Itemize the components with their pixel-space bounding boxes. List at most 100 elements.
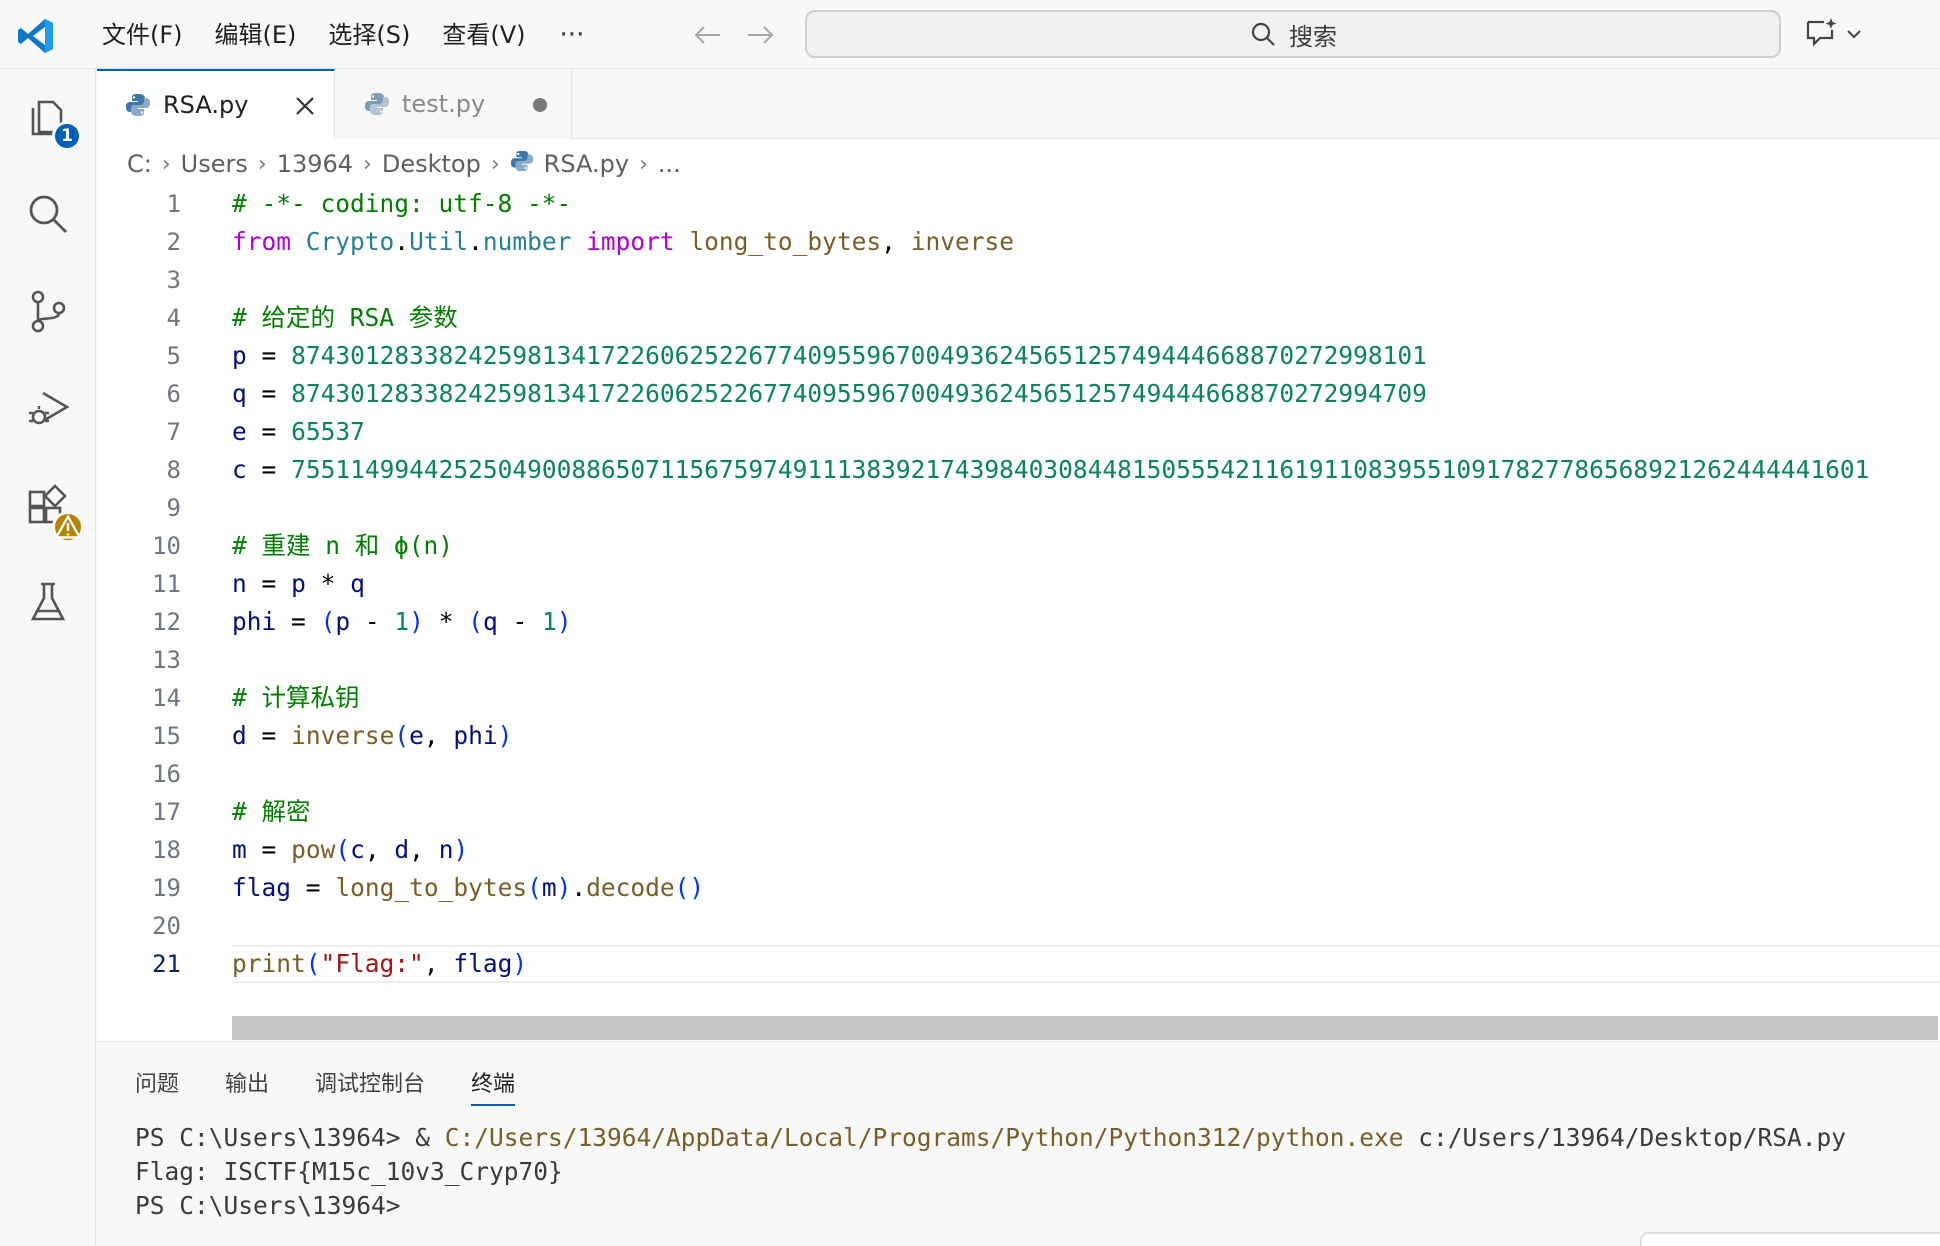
panel-tabs: 问题 输出 调试控制台 终端 <box>135 1060 561 1106</box>
terminal-output[interactable]: PS C:\Users\13964> & C:/Users/13964/AppD… <box>135 1121 1846 1223</box>
code-line[interactable] <box>232 755 1940 793</box>
code-line[interactable]: from Crypto.Util.number import long_to_b… <box>232 223 1940 261</box>
horizontal-scrollbar[interactable] <box>232 1016 1938 1040</box>
terminal-line: PS C:\Users\13964> & C:/Users/13964/AppD… <box>135 1121 1846 1155</box>
code-line[interactable]: # 重建 n 和 ϕ(n) <box>232 527 1940 565</box>
code-line[interactable]: flag = long_to_bytes(m).decode() <box>232 869 1940 907</box>
back-arrow-icon[interactable] <box>692 18 724 52</box>
command-center-search[interactable]: 搜索 <box>805 10 1781 58</box>
terminal-arg: c:/Users/13964/Desktop/RSA.py <box>1403 1123 1847 1152</box>
terminal-prompt: PS C:\Users\13964> & <box>135 1123 445 1152</box>
breadcrumb-users[interactable]: Users <box>181 150 248 178</box>
line-number: 15 <box>152 722 181 750</box>
line-number: 12 <box>152 608 181 636</box>
chevron-right-icon: › <box>161 151 171 177</box>
terminal-line: Flag: ISCTF{M15c_10v3_Cryp70} <box>135 1157 563 1186</box>
explorer-badge: 1 <box>52 121 82 151</box>
tab-problems[interactable]: 问题 <box>135 1060 179 1106</box>
breadcrumb-desktop[interactable]: Desktop <box>382 150 481 178</box>
line-number: 6 <box>166 380 181 408</box>
chevron-right-icon: › <box>363 151 372 177</box>
line-number: 3 <box>166 266 181 294</box>
testing-button[interactable] <box>22 578 74 630</box>
line-number: 20 <box>152 912 181 940</box>
breadcrumb-file[interactable]: RSA.py <box>510 149 629 179</box>
python-file-icon <box>125 92 151 118</box>
search-icon <box>1249 20 1277 48</box>
editor-tabs: RSA.py test.py <box>97 69 1940 139</box>
warning-icon <box>52 511 84 543</box>
line-number: 5 <box>166 342 181 370</box>
run-debug-button[interactable] <box>22 384 74 436</box>
line-number: 19 <box>152 874 181 902</box>
chevron-down-icon <box>1846 25 1862 44</box>
explorer-button[interactable]: 1 <box>22 93 82 151</box>
code-line[interactable]: print("Flag:", flag) <box>232 945 1940 983</box>
breadcrumb-file-label: RSA.py <box>543 150 630 178</box>
line-number: 2 <box>166 228 181 256</box>
vscode-logo-icon <box>16 16 56 56</box>
code-line[interactable]: phi = (p - 1) * (q - 1) <box>232 603 1940 641</box>
line-number: 4 <box>166 304 181 332</box>
line-number: 13 <box>152 646 181 674</box>
line-number: 10 <box>152 532 181 560</box>
search-label: 搜索 <box>1289 22 1337 51</box>
title-bar: 文件(F) 编辑(E) 选择(S) 查看(V) ··· 搜索 <box>0 0 1940 69</box>
notification-toast-edge <box>1640 1232 1940 1246</box>
copilot-chat-icon <box>1804 16 1838 52</box>
tab-rsa-py[interactable]: RSA.py <box>97 69 335 139</box>
menu-file[interactable]: 文件(F) <box>86 18 199 52</box>
navigation-arrows <box>692 18 776 52</box>
line-number: 9 <box>166 494 181 522</box>
code-line[interactable]: # 解密 <box>232 793 1940 831</box>
menu-selection[interactable]: 选择(S) <box>312 18 426 52</box>
source-control-icon <box>25 288 71 338</box>
menu-more-button[interactable]: ··· <box>542 18 603 52</box>
code-line[interactable] <box>232 641 1940 679</box>
line-number: 14 <box>152 684 181 712</box>
terminal-exe-path: C:/Users/13964/AppData/Local/Programs/Py… <box>444 1123 1404 1152</box>
code-line[interactable]: q = 874301283382425981341722606252267740… <box>232 375 1940 413</box>
python-file-icon <box>510 149 534 179</box>
line-number: 21 <box>152 950 181 978</box>
code-line[interactable]: n = p * q <box>232 565 1940 603</box>
breadcrumb-user-folder[interactable]: 13964 <box>277 150 353 178</box>
copilot-menu[interactable] <box>1804 16 1876 52</box>
code-line[interactable] <box>232 489 1940 527</box>
bottom-panel: 问题 输出 调试控制台 终端 PS C:\Users\13964> & C:/U… <box>97 1041 1940 1246</box>
source-control-button[interactable] <box>22 287 74 339</box>
line-number: 7 <box>166 418 181 446</box>
code-line[interactable]: # 计算私钥 <box>232 679 1940 717</box>
chevron-right-icon: › <box>490 151 500 177</box>
terminal-line: PS C:\Users\13964> <box>135 1191 401 1220</box>
code-editor[interactable]: C: › Users › 13964 › Desktop › RSA.py › … <box>97 139 1940 1041</box>
code-lines[interactable]: # -*- coding: utf-8 -*- from Crypto.Util.… <box>232 185 1940 983</box>
code-line[interactable]: c = 755114994425250490088650711567597491… <box>232 451 1940 489</box>
tab-terminal[interactable]: 终端 <box>471 1060 516 1106</box>
chevron-right-icon: › <box>257 151 267 177</box>
code-line[interactable]: d = inverse(e, phi) <box>232 717 1940 755</box>
chevron-right-icon: › <box>639 151 648 177</box>
breadcrumb-drive[interactable]: C: <box>127 150 152 178</box>
close-icon[interactable] <box>292 93 318 119</box>
activity-bar: 1 <box>0 69 96 1246</box>
code-line[interactable]: p = 874301283382425981341722606252267740… <box>232 337 1940 375</box>
code-line[interactable]: # 给定的 RSA 参数 <box>232 299 1940 337</box>
tab-test-py[interactable]: test.py <box>336 69 572 139</box>
menu-view[interactable]: 查看(V) <box>426 18 541 52</box>
line-number: 17 <box>152 798 181 826</box>
line-number: 8 <box>166 456 181 484</box>
menu-edit[interactable]: 编辑(E) <box>199 18 313 52</box>
unsaved-dot-icon[interactable] <box>533 98 547 112</box>
code-line[interactable]: m = pow(c, d, n) <box>232 831 1940 869</box>
breadcrumb-symbols[interactable]: ... <box>658 150 681 178</box>
code-line[interactable]: e = 65537 <box>232 413 1940 451</box>
tab-output[interactable]: 输出 <box>225 1060 269 1106</box>
tab-debug-console[interactable]: 调试控制台 <box>315 1060 425 1106</box>
code-line[interactable] <box>232 261 1940 299</box>
code-line[interactable]: # -*- coding: utf-8 -*- <box>232 185 1940 223</box>
search-view-button[interactable] <box>22 190 74 242</box>
code-line[interactable] <box>232 907 1940 945</box>
extensions-button[interactable] <box>22 481 84 543</box>
forward-arrow-icon[interactable] <box>744 18 776 52</box>
